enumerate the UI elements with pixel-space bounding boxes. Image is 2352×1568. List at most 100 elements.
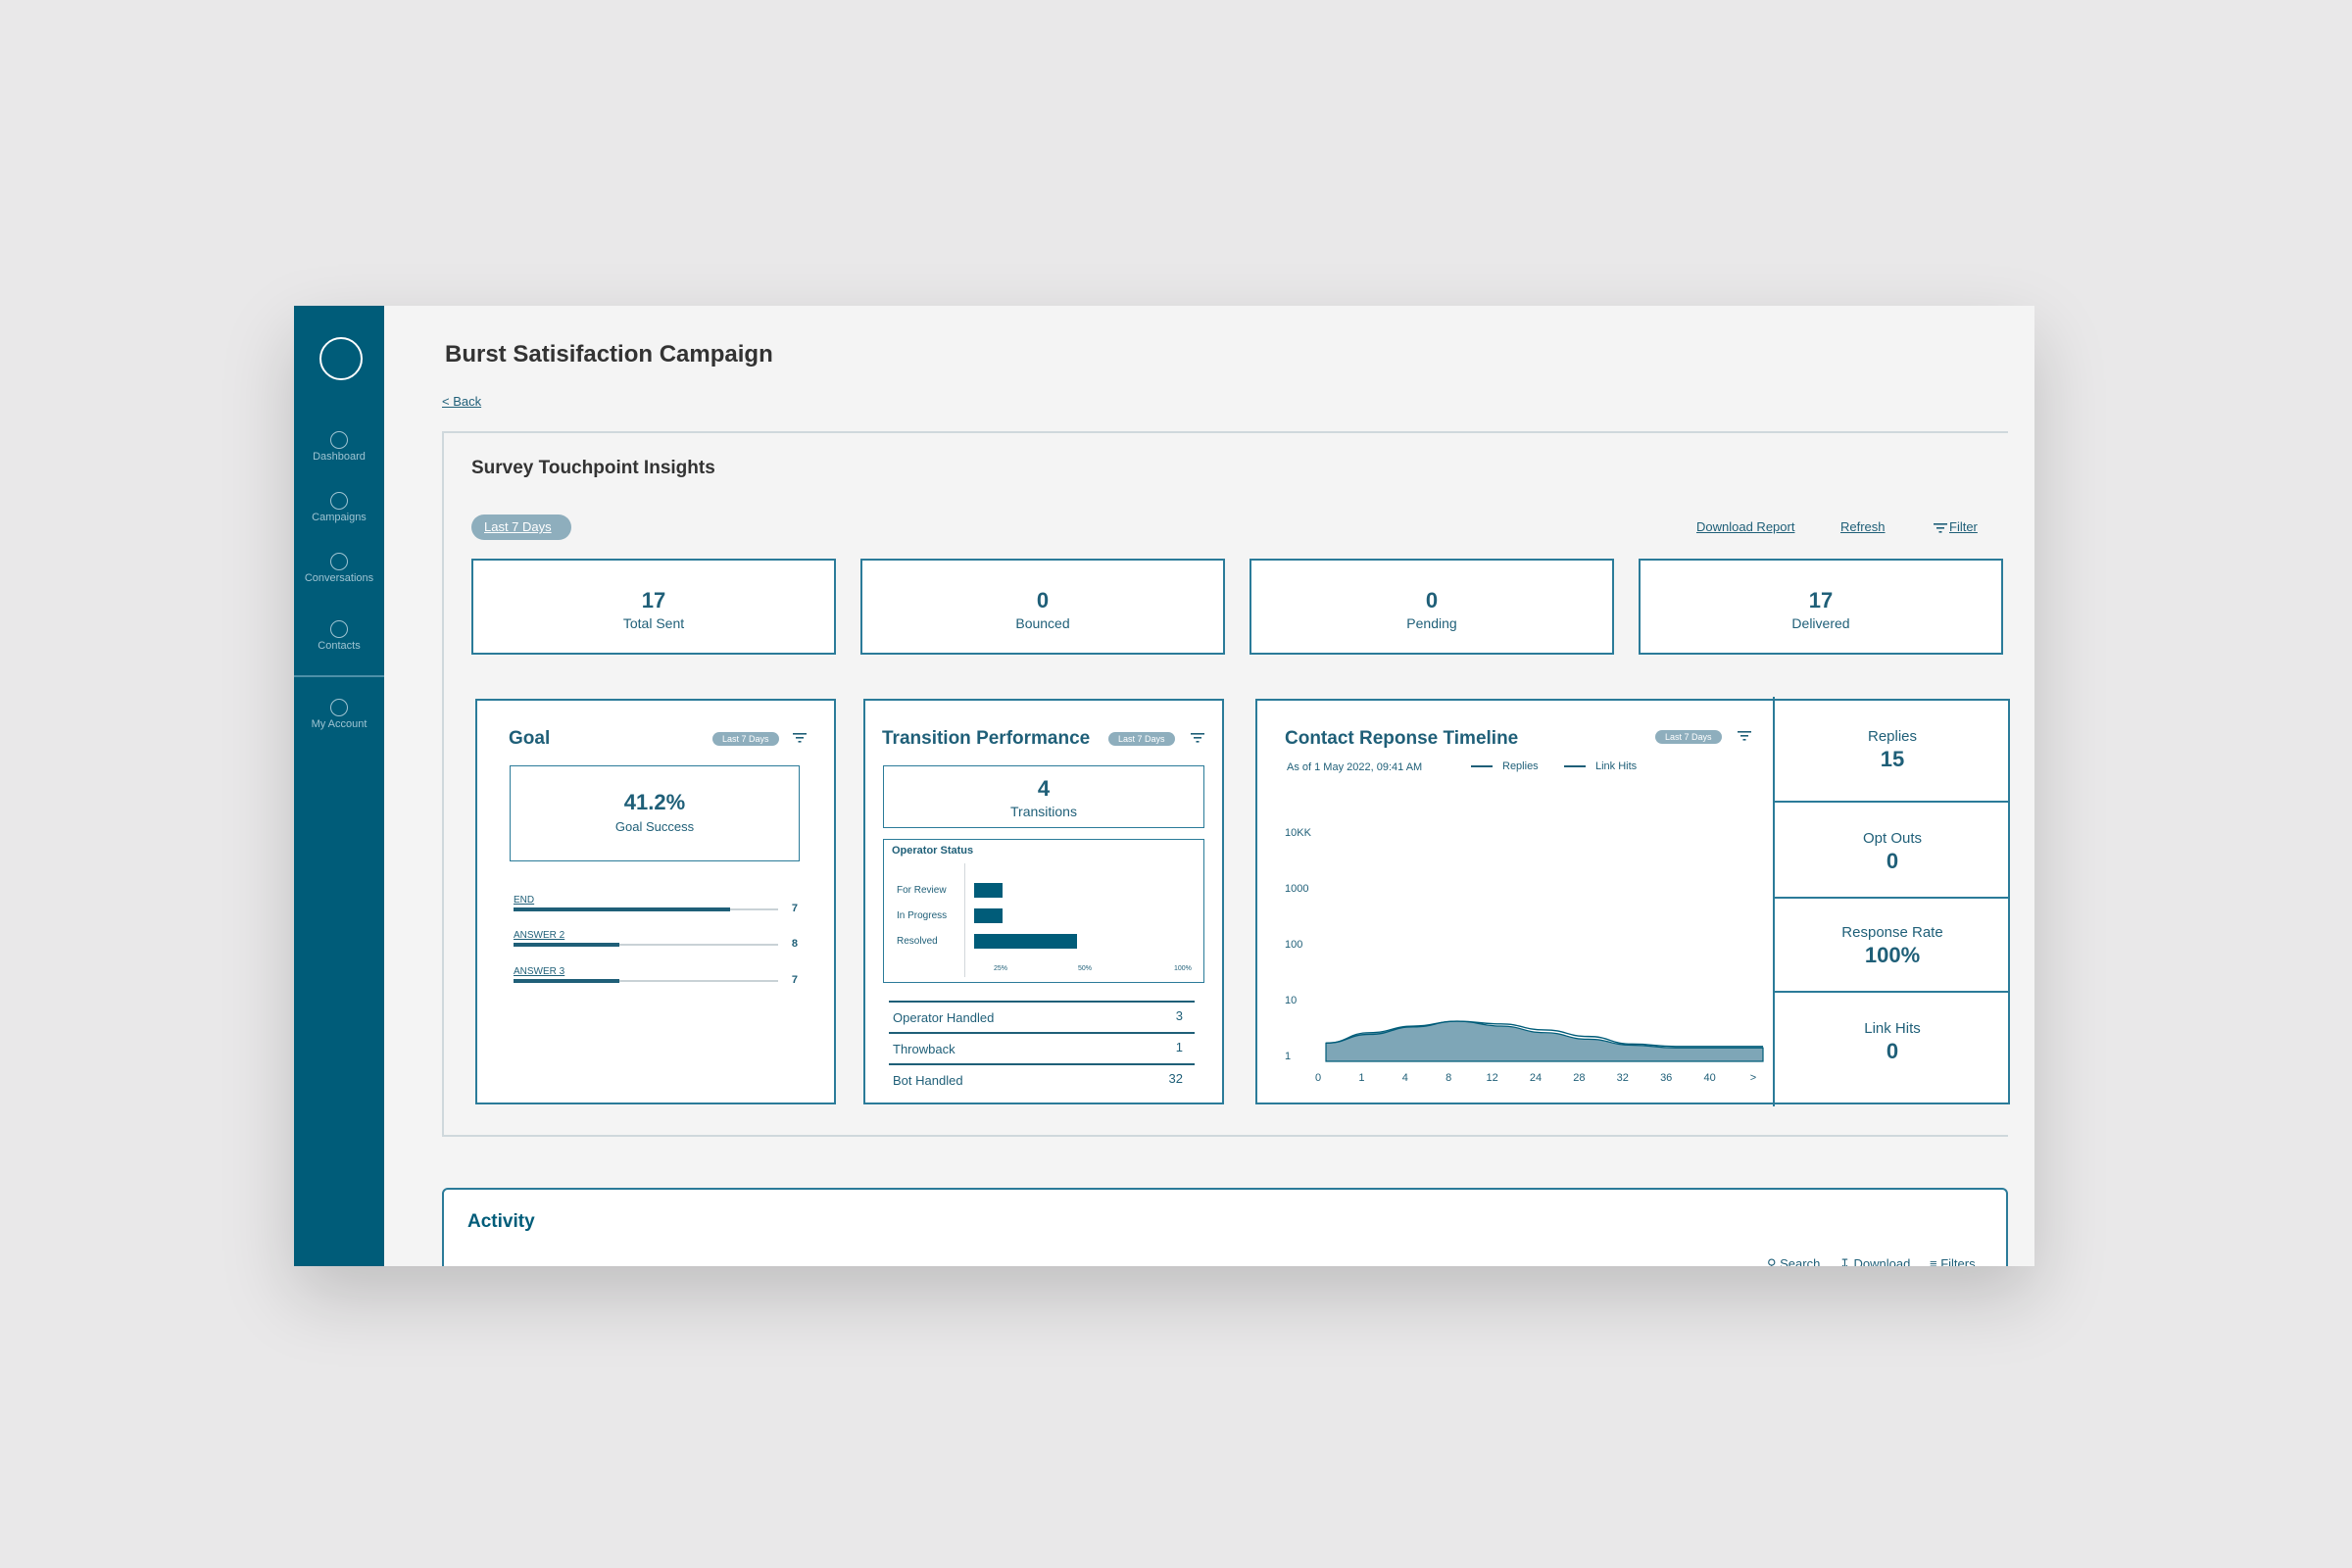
operator-status-label: Resolved — [897, 936, 938, 947]
stat-label: Bounced — [1015, 615, 1070, 631]
table-cell-value: 3 — [1175, 1008, 1183, 1023]
download-report-link[interactable]: Download Report — [1696, 519, 1794, 534]
app-window: Dashboard Campaigns Conversations Contac… — [294, 306, 2034, 1266]
contacts-icon — [330, 620, 348, 638]
operator-status-label: In Progress — [897, 910, 948, 921]
goal-success-label: Goal Success — [614, 819, 695, 834]
sidebar: Dashboard Campaigns Conversations Contac… — [294, 306, 384, 1266]
operator-status-bar — [974, 908, 1004, 923]
transition-title: Transition Performance — [882, 728, 1091, 749]
answer-row: END 7 — [514, 895, 798, 914]
timeline-card: Contact Reponse Timeline Last 7 Days As … — [1255, 697, 2010, 1106]
x-tick-label: 28 — [1573, 1072, 1585, 1084]
filters-icon: ≡ — [1930, 1256, 1941, 1266]
answer-count: 7 — [791, 903, 798, 914]
dashboard-icon — [330, 431, 348, 449]
sidebar-item-label: My Account — [311, 718, 368, 730]
x-tick-label: 1 — [1358, 1072, 1364, 1084]
activity-download-button[interactable]: ↧ Download — [1839, 1256, 1910, 1266]
insights-panel: Survey Touchpoint Insights Last 7 Days D… — [442, 431, 2010, 1137]
answer-count: 7 — [791, 974, 798, 986]
table-row: Operator Handled 3 — [889, 1001, 1195, 1032]
table-cell-label: Operator Handled — [893, 1010, 995, 1025]
transition-range-pill[interactable]: Last 7 Days — [1108, 732, 1175, 746]
operator-status-tick: 50% — [1078, 965, 1093, 972]
operator-status-label: For Review — [897, 885, 947, 896]
operator-status-tick: 25% — [994, 965, 1008, 972]
download-icon: ↧ — [1839, 1256, 1854, 1266]
back-link[interactable]: < Back — [442, 394, 481, 409]
goal-range-pill[interactable]: Last 7 Days — [712, 732, 779, 746]
goal-filter-icon[interactable] — [793, 732, 807, 744]
section-title: Survey Touchpoint Insights — [471, 458, 715, 478]
table-cell-label: Throwback — [893, 1042, 956, 1056]
filter-label: Filter — [1949, 519, 1978, 534]
stat-value: 17 — [641, 588, 666, 612]
sidebar-divider — [294, 675, 384, 677]
x-tick-label: 4 — [1402, 1072, 1408, 1084]
activity-tool-label: Search — [1780, 1256, 1821, 1266]
metric-opt-outs: Opt Outs 0 — [1775, 803, 2010, 899]
stat-total-sent: 17 Total Sent — [471, 559, 836, 655]
transitions-box: 4 Transitions — [883, 765, 1204, 828]
answer-label: END — [514, 895, 535, 906]
activity-search-button[interactable]: ⚲ Search — [1767, 1256, 1820, 1266]
sidebar-item-campaigns[interactable]: Campaigns — [294, 492, 384, 523]
sidebar-item-label: Dashboard — [313, 451, 366, 463]
stat-value: 0 — [1425, 588, 1439, 612]
answer-fill — [514, 907, 731, 911]
stat-delivered: 17 Delivered — [1639, 559, 2003, 655]
operator-status-row: Resolved — [884, 934, 1203, 950]
answer-label: ANSWER 2 — [514, 930, 565, 941]
activity-tool-label: Filters — [1940, 1256, 1976, 1266]
legend-link-hits: Link Hits — [1564, 760, 1637, 772]
table-cell-value: 1 — [1175, 1040, 1183, 1054]
sidebar-item-conversations[interactable]: Conversations — [294, 553, 384, 584]
metric-link-hits: Link Hits 0 — [1775, 993, 2010, 1104]
legend-line — [1564, 765, 1586, 768]
table-cell-label: Bot Handled — [893, 1073, 963, 1088]
sidebar-item-my-account[interactable]: My Account — [294, 699, 384, 730]
timeline-filter-icon[interactable] — [1738, 730, 1751, 742]
sidebar-item-label: Conversations — [304, 572, 374, 584]
x-tick-label: 32 — [1617, 1072, 1629, 1084]
main-content: Burst Satisifaction Campaign < Back Surv… — [384, 306, 2034, 1266]
operator-status-bar — [974, 934, 1077, 949]
x-tick-label: 36 — [1660, 1072, 1672, 1084]
legend-replies: Replies — [1471, 760, 1539, 772]
x-tick-label: 40 — [1703, 1072, 1715, 1084]
activity-filters-button[interactable]: ≡ Filters — [1930, 1256, 1976, 1266]
transition-card: Transition Performance Last 7 Days 4 Tra… — [863, 699, 1224, 1104]
sidebar-item-dashboard[interactable]: Dashboard — [294, 431, 384, 463]
answer-fill — [514, 979, 619, 983]
metric-label: Link Hits — [1864, 1020, 1921, 1037]
conversations-icon — [330, 553, 348, 570]
table-cell-value: 32 — [1168, 1071, 1183, 1086]
metric-value: 0 — [1886, 1039, 1899, 1063]
filter-icon — [1934, 522, 1947, 533]
sidebar-item-label: Contacts — [318, 640, 361, 652]
transition-filter-icon[interactable] — [1191, 732, 1204, 744]
date-range-pill[interactable]: Last 7 Days — [471, 514, 571, 540]
refresh-link[interactable]: Refresh — [1840, 519, 1886, 534]
metric-value: 0 — [1886, 849, 1899, 873]
metric-replies: Replies 15 — [1775, 701, 2010, 803]
timeline-range-pill[interactable]: Last 7 Days — [1655, 730, 1722, 744]
stat-label: Delivered — [1791, 615, 1850, 631]
logo[interactable] — [319, 337, 363, 380]
timeline-as-of: As of 1 May 2022, 09:41 AM — [1287, 761, 1423, 773]
x-tick-label: 12 — [1486, 1072, 1497, 1084]
sidebar-item-contacts[interactable]: Contacts — [294, 620, 384, 652]
metric-value: 15 — [1880, 747, 1905, 771]
filter-link[interactable]: Filter — [1934, 519, 1978, 534]
x-tick-label: 24 — [1530, 1072, 1542, 1084]
page-title: Burst Satisifaction Campaign — [445, 341, 773, 368]
search-icon: ⚲ — [1767, 1256, 1781, 1266]
timeline-chart: 10KK10001001010 1 4 8 12 24 28 32 36 40 > — [1285, 827, 1764, 1084]
answer-row: ANSWER 3 7 — [514, 966, 798, 986]
y-tick-label: 10 — [1285, 995, 1297, 1006]
goal-success-box: 41.2% Goal Success — [510, 765, 800, 861]
legend-label: Link Hits — [1595, 760, 1638, 772]
legend-label: Replies — [1502, 760, 1539, 772]
goal-title: Goal — [509, 728, 551, 749]
